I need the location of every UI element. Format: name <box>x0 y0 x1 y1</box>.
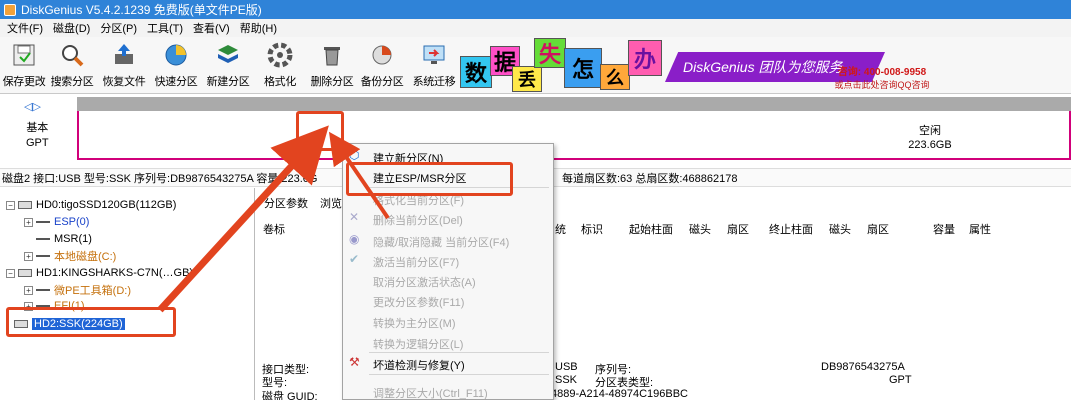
arrow-from-menu <box>328 131 390 220</box>
annotation-arrows <box>157 125 390 313</box>
arrow-to-free-space <box>157 125 329 313</box>
